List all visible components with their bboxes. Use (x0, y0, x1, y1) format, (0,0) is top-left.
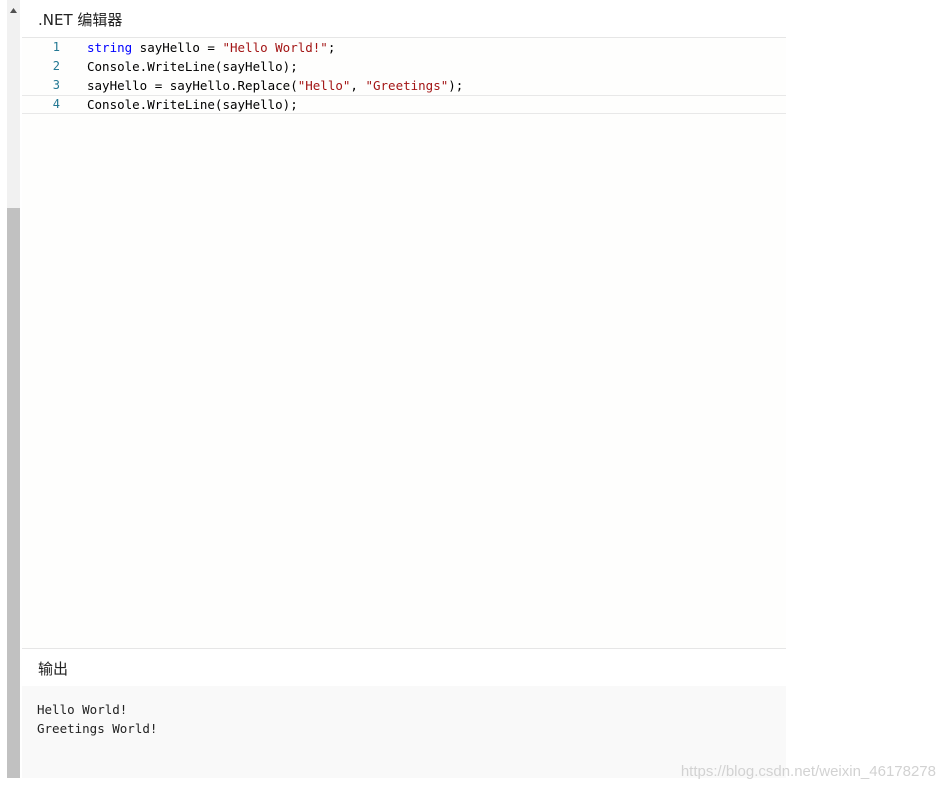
watermark: https://blog.csdn.net/weixin_46178278 (680, 763, 936, 780)
code-text: sayHello = sayHello.Replace("Hello", "Gr… (87, 76, 463, 95)
code-token: Console.WriteLine(sayHello); (87, 97, 298, 112)
code-token: Console.WriteLine(sayHello); (87, 59, 298, 74)
code-line[interactable]: 4 Console.WriteLine(sayHello); (22, 95, 786, 114)
output-title: 输出 (38, 660, 69, 678)
editor-header: .NET 编辑器 (22, 0, 786, 38)
line-number: 4 (52, 97, 60, 111)
code-token: , (350, 78, 366, 93)
string-token: "Hello World!" (222, 40, 328, 55)
line-number: 2 (52, 59, 60, 73)
line-number: 3 (52, 78, 60, 92)
output-line: Greetings World! (37, 721, 158, 736)
scrollbar-thumb[interactable] (7, 208, 20, 778)
code-token: sayHello = sayHello.Replace( (87, 78, 298, 93)
editor-panel: .NET 编辑器 1 string sayHello = "Hello World… (22, 0, 786, 778)
code-token: ; (327, 40, 336, 55)
code-token: sayHello = (132, 40, 223, 55)
editor-title: .NET 编辑器 (38, 11, 123, 29)
code-line[interactable]: 1 string sayHello = "Hello World!"; (22, 38, 786, 57)
output-line: Hello World! (37, 702, 128, 717)
keyword-token: string (87, 40, 133, 55)
code-text: string sayHello = "Hello World!"; (87, 38, 335, 57)
code-line[interactable]: 3 sayHello = sayHello.Replace("Hello", "G… (22, 76, 786, 95)
code-editor[interactable]: 1 string sayHello = "Hello World!"; 2 Conso… (22, 38, 786, 648)
code-text: Console.WriteLine(sayHello); (87, 57, 298, 76)
vertical-scrollbar[interactable] (7, 0, 20, 778)
scroll-up-arrow-icon[interactable] (7, 0, 20, 20)
code-text: Console.WriteLine(sayHello); (87, 96, 298, 113)
code-line[interactable]: 2 Console.WriteLine(sayHello); (22, 57, 786, 76)
string-token: "Greetings" (365, 78, 449, 93)
line-number: 1 (52, 40, 60, 54)
output-header: 输出 (22, 648, 786, 687)
string-token: "Hello" (297, 78, 351, 93)
output-console: Hello World! Greetings World! (22, 686, 786, 778)
code-token: ); (448, 78, 464, 93)
